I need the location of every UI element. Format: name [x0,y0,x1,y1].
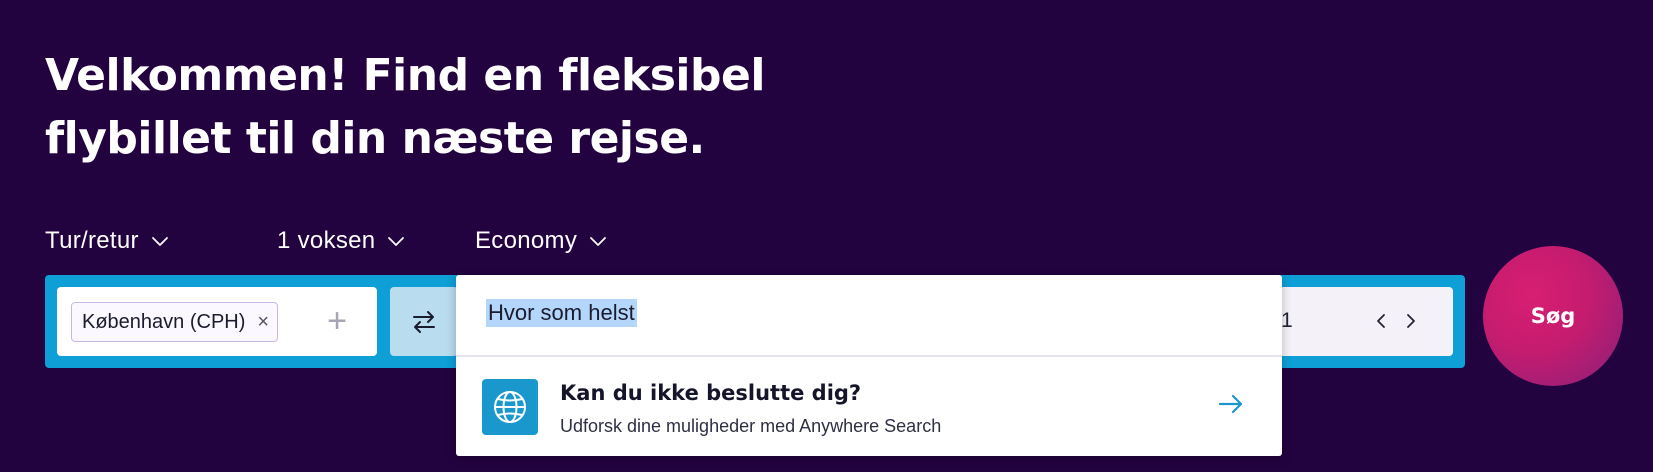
destination-dropdown: Hvor som helst Kan du ikke beslutte dig?… [456,275,1282,456]
headline-line-1: Velkommen! Find en fleksibel [45,50,765,101]
chevron-down-icon [388,237,405,246]
remove-origin-icon[interactable]: × [257,311,269,334]
chevron-down-icon [590,237,607,246]
headline-line-2: flybillet til din næste rejse. [45,113,705,164]
arrow-right-icon [1218,394,1243,414]
globe-icon [494,391,526,423]
chevron-left-icon [1377,314,1385,328]
destination-input-row[interactable]: Hvor som helst [456,275,1282,357]
chevron-right-icon [1407,314,1415,328]
anywhere-search-option[interactable]: Kan du ikke beslutte dig? Udforsk dine m… [456,359,1282,456]
search-button[interactable]: Søg [1483,246,1623,386]
passengers-label: 1 voksen [277,227,376,254]
add-origin-button[interactable]: + [317,299,357,343]
passengers-dropdown[interactable]: 1 voksen [277,227,425,255]
search-button-label: Søg [1530,304,1576,328]
origin-chip: København (CPH) × [71,302,279,342]
page-headline: Velkommen! Find en fleksibel flybillet t… [45,44,805,170]
cabin-class-label: Economy [475,227,578,254]
globe-icon-box [482,379,538,435]
trip-options-row: Tur/retur 1 voksen Economy [45,224,645,258]
date-prev-button[interactable] [1369,307,1393,335]
trip-type-label: Tur/retur [45,227,139,254]
date-next-button[interactable] [1399,307,1423,335]
swap-button[interactable] [390,287,458,356]
swap-arrows-icon [413,310,435,333]
anywhere-subtitle: Udforsk dine muligheder med Anywhere Sea… [560,416,942,436]
origin-field[interactable]: København (CPH) × + [57,287,377,356]
anywhere-title: Kan du ikke beslutte dig? [560,381,862,405]
trip-type-dropdown[interactable]: Tur/retur [45,227,205,255]
cabin-class-dropdown[interactable]: Economy [475,227,609,255]
destination-input[interactable]: Hvor som helst [486,299,637,327]
chevron-down-icon [151,237,168,246]
origin-chip-label: København (CPH) [82,310,246,333]
